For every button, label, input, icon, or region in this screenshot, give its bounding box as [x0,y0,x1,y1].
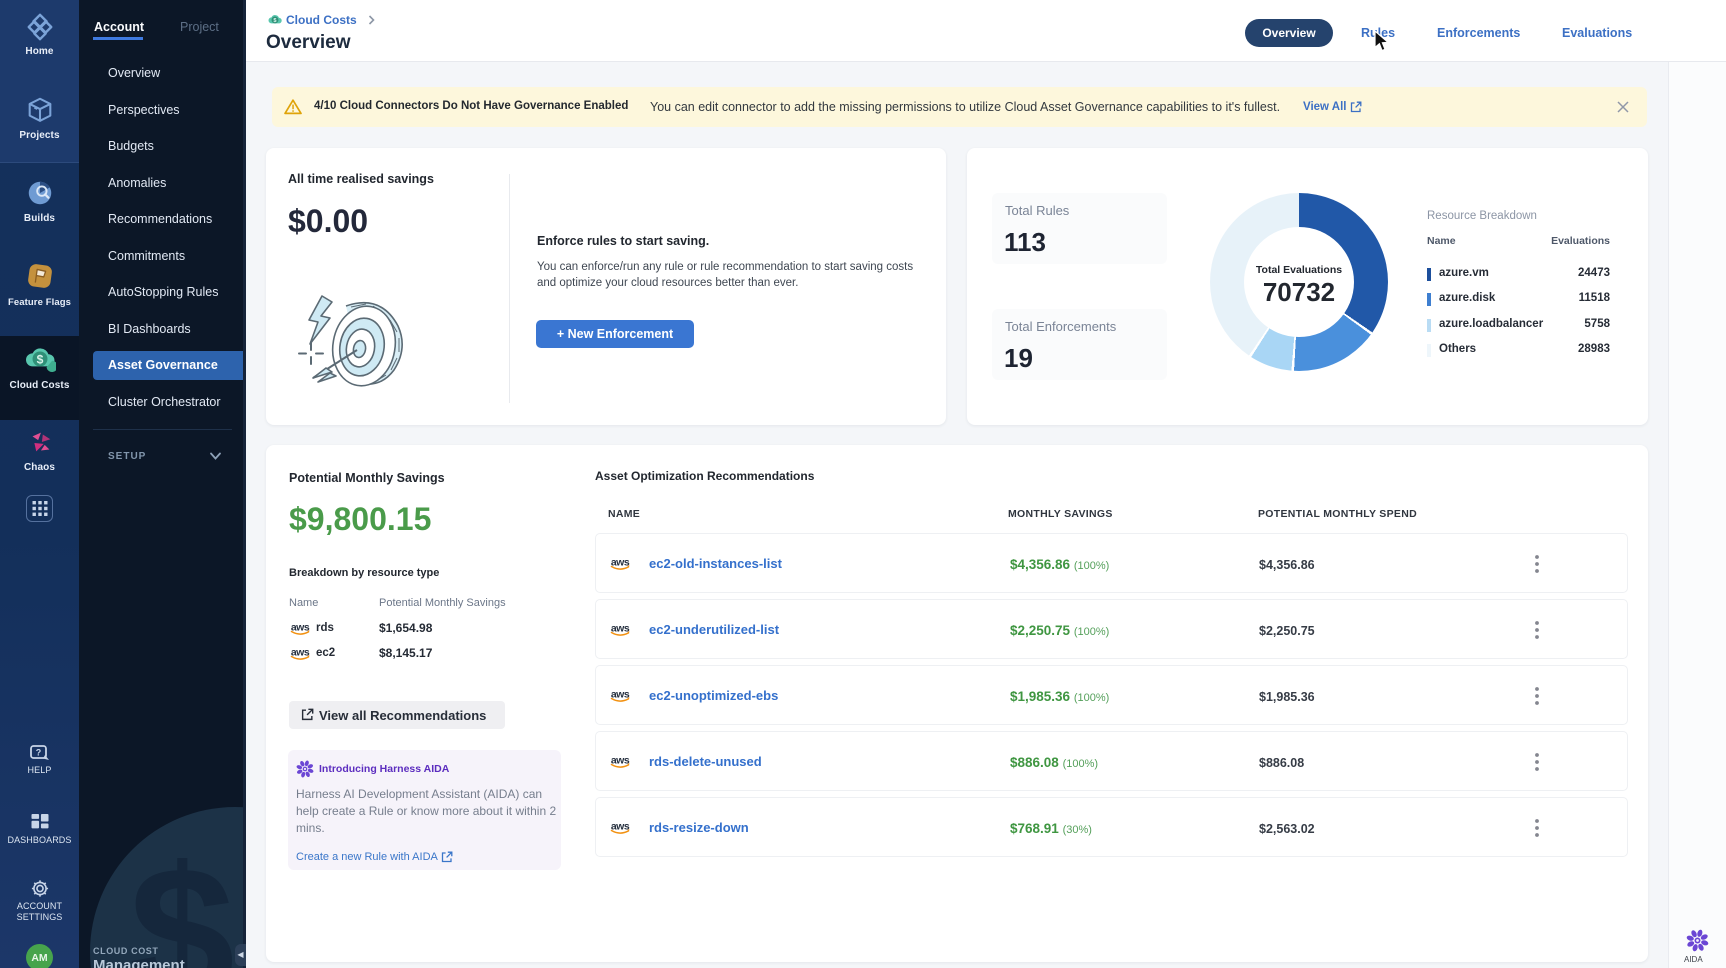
svg-text:?: ? [35,748,41,758]
svg-text:$: $ [36,353,43,367]
